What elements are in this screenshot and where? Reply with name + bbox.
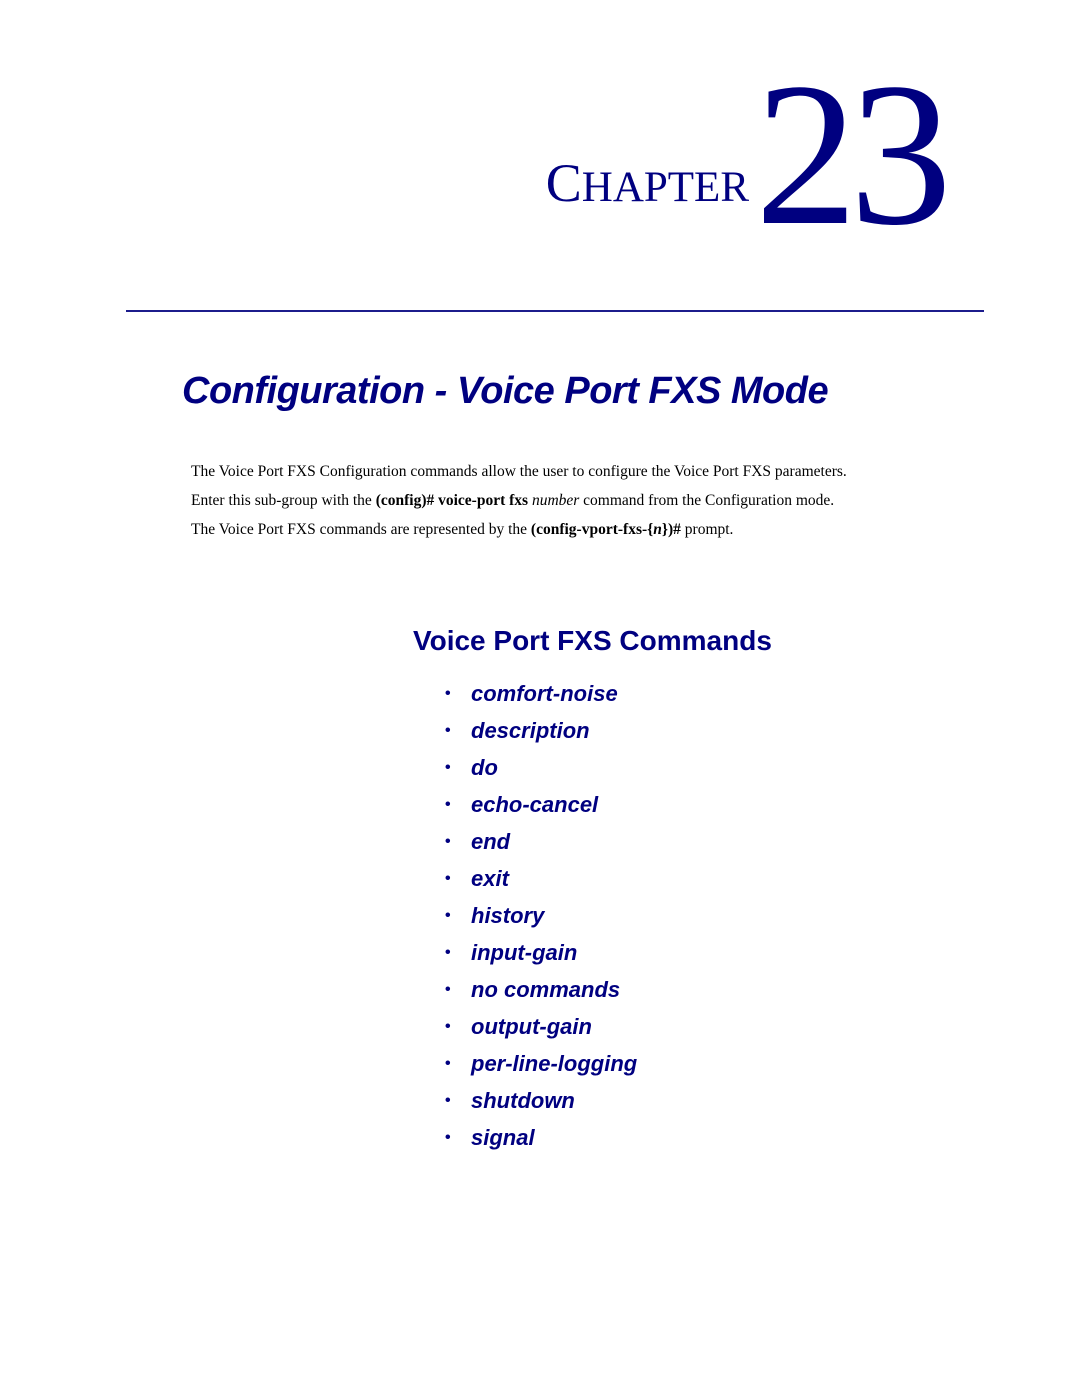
command-link[interactable]: exit [471,866,509,892]
command-list-item[interactable]: • do [445,749,637,786]
page-title: Configuration - Voice Port FXS Mode [182,370,829,412]
command-link[interactable]: do [471,755,498,781]
intro-section: The Voice Port FXS Configuration command… [191,461,991,548]
bullet-icon: • [445,758,451,776]
chapter-heading: CHAPTER 23 [546,41,952,268]
intro-paragraph-enter-subgroup: Enter this sub-group with the (config)# … [191,490,991,512]
command-link[interactable]: shutdown [471,1088,575,1114]
intro-paragraph-description: The Voice Port FXS Configuration command… [191,463,847,480]
command-link[interactable]: output-gain [471,1014,592,1040]
command-list-item[interactable]: • no commands [445,971,637,1008]
chapter-divider-rule [126,310,984,312]
command-list-item[interactable]: • signal [445,1119,637,1156]
command-link[interactable]: no commands [471,977,620,1003]
bullet-icon: • [445,1054,451,1072]
command-link[interactable]: signal [471,1125,535,1151]
bullet-icon: • [445,906,451,924]
prompt-syntax: (config-vport-fxs-{n})# [531,521,681,538]
command-argument: number [531,492,580,509]
bullet-icon: • [445,721,451,739]
command-link[interactable]: description [471,718,590,744]
command-list-item[interactable]: • echo-cancel [445,786,637,823]
command-list: • comfort-noise • description • do • echo-ca… [445,675,637,1156]
chapter-number: 23 [755,41,952,268]
command-link[interactable]: input-gain [471,940,577,966]
command-list-item[interactable]: • description [445,712,637,749]
prompt-part-a: (config-vport-fxs-{ [530,521,654,538]
chapter-label-initial: C [545,153,582,213]
command-link[interactable]: comfort-noise [471,681,618,707]
command-link[interactable]: per-line-logging [471,1051,637,1077]
chapter-label-rest: HAPTER [581,164,749,211]
bullet-icon: • [445,684,451,702]
command-list-item[interactable]: • comfort-noise [445,675,637,712]
command-list-item[interactable]: • end [445,823,637,860]
command-syntax: (config)# voice-port fxs [375,492,529,509]
command-link[interactable]: echo-cancel [471,792,598,818]
command-list-item[interactable]: • per-line-logging [445,1045,637,1082]
text-suffix: command from the Configuration mode. [579,492,835,509]
command-list-item[interactable]: • shutdown [445,1082,637,1119]
text-prefix: Enter this sub-group with the [191,492,376,509]
command-list-item[interactable]: • input-gain [445,934,637,971]
bullet-icon: • [445,943,451,961]
bullet-icon: • [445,1128,451,1146]
prompt-part-b: })# [661,521,681,538]
chapter-label: CHAPTER [546,156,749,215]
bullet-icon: • [445,832,451,850]
text-prefix: The Voice Port FXS commands are represen… [191,521,531,538]
bullet-icon: • [445,980,451,998]
command-list-item[interactable]: • history [445,897,637,934]
bullet-icon: • [445,1017,451,1035]
bullet-icon: • [445,869,451,887]
section-heading: Voice Port FXS Commands [413,625,772,656]
prompt-variable: n [653,521,662,538]
text-suffix: prompt. [680,521,734,538]
command-link[interactable]: history [471,903,544,929]
bullet-icon: • [445,1091,451,1109]
command-link[interactable]: end [471,829,510,855]
intro-paragraph-prompt: The Voice Port FXS commands are represen… [191,519,991,541]
command-list-item[interactable]: • exit [445,860,637,897]
command-list-item[interactable]: • output-gain [445,1008,637,1045]
bullet-icon: • [445,795,451,813]
